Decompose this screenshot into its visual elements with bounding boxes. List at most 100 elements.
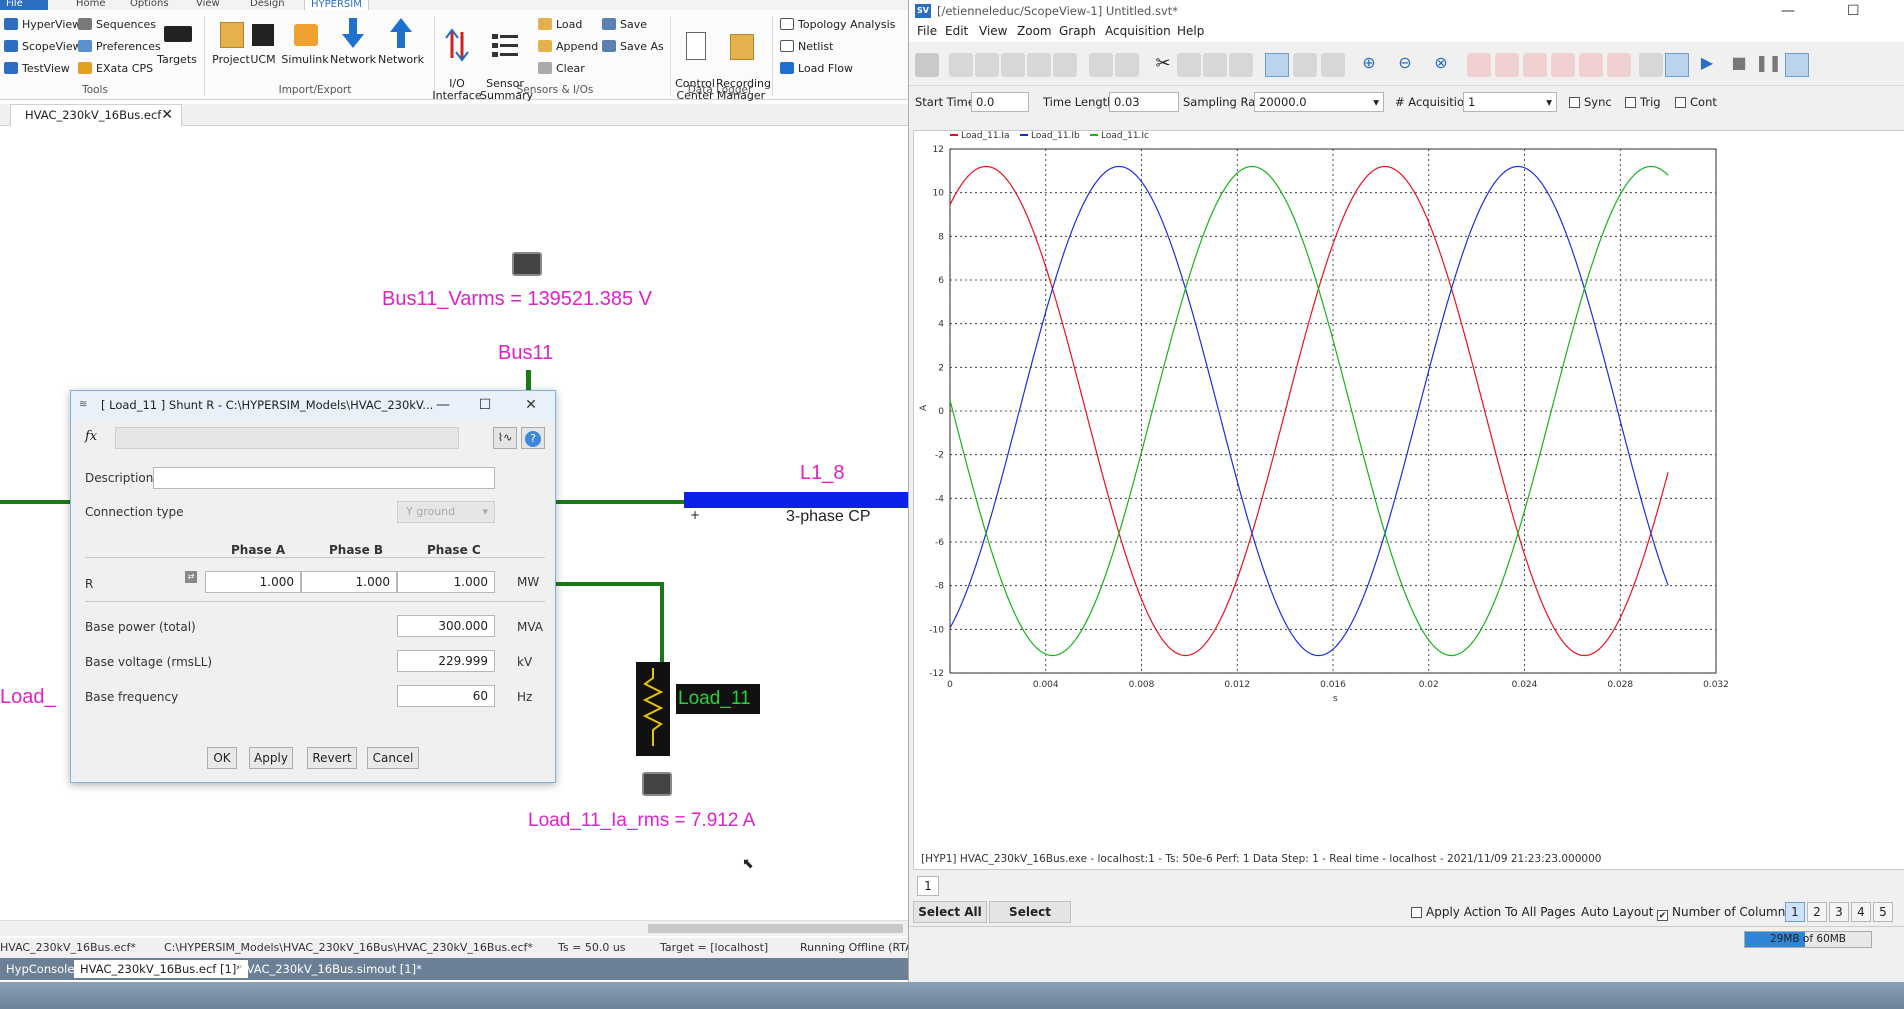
save-icon[interactable] [975, 53, 999, 77]
tab-ecf[interactable]: HVAC_230kV_16Bus.ecf [1]* [74, 960, 249, 978]
grid-icon[interactable] [1265, 53, 1289, 77]
scope-plot-panel[interactable]: Load_11.Ia Load_11.Ib Load_11.Ic 0 0.004 0.0… [913, 130, 1904, 870]
help-button[interactable]: ? [521, 427, 545, 449]
topology-analysis-button[interactable]: Topology Analysis [780, 16, 895, 34]
menu-file[interactable]: File [917, 24, 937, 38]
columns-3-button[interactable]: 3 [1829, 902, 1849, 922]
ribbon-tab-view[interactable]: View [190, 0, 226, 10]
network-import-button[interactable]: Network [328, 16, 378, 66]
print-preview-icon[interactable] [1115, 53, 1139, 77]
document-tab[interactable]: HVAC_230kV_16Bus.ecf ✕ [10, 104, 182, 126]
fit-all-icon[interactable] [1321, 53, 1345, 77]
r-phase-a-input[interactable]: 1.000 [205, 571, 301, 593]
menu-view[interactable]: View [979, 24, 1007, 38]
base-voltage-input[interactable]: 229.999 [397, 650, 495, 672]
apply-button[interactable]: Apply [249, 747, 293, 769]
scrollbar-thumb[interactable] [648, 924, 903, 933]
cancel-button[interactable]: Cancel [367, 747, 419, 769]
horizontal-scrollbar[interactable] [0, 920, 908, 936]
maximize-icon[interactable]: ☐ [1847, 0, 1860, 22]
netlist-button[interactable]: Netlist [780, 38, 833, 56]
layout-icon[interactable] [1639, 53, 1663, 77]
menu-graph[interactable]: Graph [1059, 24, 1096, 38]
zoom-xy-icon[interactable]: ⊗ [1429, 53, 1453, 77]
ribbon-tab-home[interactable]: Home [70, 0, 112, 10]
ribbon-tab-design[interactable]: Design [244, 0, 291, 10]
scope-chart[interactable]: Load_11.Ia Load_11.Ib Load_11.Ic 0 0.004 0.0… [914, 131, 1902, 847]
menu-acquisition[interactable]: Acquisition [1105, 24, 1171, 38]
select-all-button[interactable]: Select All [913, 901, 987, 923]
export-icon[interactable] [1027, 53, 1051, 77]
pause-icon[interactable]: ❚❚ [1755, 53, 1782, 77]
fit-x-icon[interactable] [1293, 53, 1317, 77]
ribbon-tab-hypersim[interactable]: HYPERSIM [304, 0, 369, 10]
maximize-icon[interactable]: ☐ [465, 391, 505, 419]
menu-zoom[interactable]: Zoom [1017, 24, 1052, 38]
menu-edit[interactable]: Edit [945, 24, 968, 38]
r-phase-c-input[interactable]: 1.000 [397, 571, 495, 593]
signal-3-icon[interactable] [1523, 53, 1547, 77]
formula-input[interactable] [115, 427, 459, 449]
r-phase-b-input[interactable]: 1.000 [301, 571, 397, 593]
trig-checkbox[interactable]: Trig [1625, 95, 1661, 109]
cont-checkbox[interactable]: Cont [1675, 95, 1717, 109]
link-phases-icon[interactable]: ⇄ [185, 571, 197, 583]
cut-icon[interactable]: ✂ [1151, 53, 1175, 77]
close-icon[interactable]: ✕ [511, 391, 551, 419]
dialog-titlebar[interactable]: ≋ [ Load_11 ] Shunt R - C:\HYPERSIM_Mode… [71, 391, 555, 419]
tab-hypconsole[interactable]: HypConsole [0, 960, 80, 978]
append-sensors-button[interactable]: Append [538, 38, 598, 56]
zoom-in-icon[interactable]: ⊕ [1357, 53, 1381, 77]
close-icon[interactable]: ✕ [161, 105, 173, 126]
waveform-icon[interactable]: ⌇∿ [493, 427, 517, 449]
record-icon[interactable] [1785, 53, 1809, 77]
columns-1-button[interactable]: 1 [1785, 902, 1805, 922]
page-tab-1[interactable]: 1 [917, 876, 939, 896]
exata-button[interactable]: EXata CPS [78, 60, 153, 78]
open-icon[interactable] [915, 53, 939, 77]
paste-icon[interactable] [1203, 53, 1227, 77]
preferences-button[interactable]: Preferences [78, 38, 161, 56]
revert-button[interactable]: Revert [307, 747, 357, 769]
minimize-icon[interactable]: — [1781, 0, 1795, 22]
hyperview-button[interactable]: HyperView [4, 16, 81, 34]
start-time-input[interactable]: 0.0 [971, 92, 1029, 112]
save-sensors-button[interactable]: Save [602, 16, 647, 34]
scopeview-button[interactable]: ScopeView [4, 38, 82, 56]
columns-2-button[interactable]: 2 [1807, 902, 1827, 922]
ribbon-tab-file[interactable]: File [0, 0, 48, 10]
load-resistor-symbol[interactable] [636, 662, 670, 756]
cursor-1-icon[interactable] [1551, 53, 1575, 77]
acquisition-select[interactable]: 1 ▾ [1463, 92, 1557, 112]
delete-icon[interactable] [1229, 53, 1253, 77]
clear-sensors-button[interactable]: Clear [538, 60, 585, 78]
new-icon[interactable] [949, 53, 973, 77]
sequences-button[interactable]: Sequences [78, 16, 156, 34]
io-interface-button[interactable]: I/O Interface [432, 16, 482, 102]
cursor-2-icon[interactable] [1579, 53, 1603, 77]
tab-simout[interactable]: HVAC_230kV_16Bus.simout [1]* [232, 960, 428, 978]
cursor-3-icon[interactable] [1607, 53, 1631, 77]
scopeview-titlebar[interactable]: SV [/etienneleduc/ScopeView-1] Untitled.… [909, 0, 1904, 22]
apply-all-pages-checkbox[interactable]: Apply Action To All Pages [1411, 905, 1576, 919]
ribbon-tab-options[interactable]: Options [124, 0, 175, 10]
load-flow-button[interactable]: Load Flow [780, 60, 853, 78]
menu-help[interactable]: Help [1177, 24, 1204, 38]
stop-icon[interactable]: ■ [1727, 53, 1751, 77]
connection-type-select[interactable]: Y ground ▾ [397, 501, 495, 523]
columns-4-button[interactable]: 4 [1851, 902, 1871, 922]
copy-icon[interactable] [1177, 53, 1201, 77]
save-all-icon[interactable] [1001, 53, 1025, 77]
simulink-button[interactable]: Simulink [280, 16, 330, 66]
base-power-input[interactable]: 300.000 [397, 615, 495, 637]
description-input[interactable] [153, 467, 495, 489]
bus-sensor-icon[interactable] [512, 252, 542, 276]
sync-checkbox[interactable]: Sync [1569, 95, 1612, 109]
signal-1-icon[interactable] [1467, 53, 1491, 77]
upload-icon[interactable] [1053, 53, 1077, 77]
print-icon[interactable] [1089, 53, 1113, 77]
testview-button[interactable]: TestView [4, 60, 70, 78]
zoom-out-icon[interactable]: ⊖ [1393, 53, 1417, 77]
network-export-button[interactable]: Network [376, 16, 426, 66]
targets-button[interactable]: Targets [152, 16, 202, 66]
